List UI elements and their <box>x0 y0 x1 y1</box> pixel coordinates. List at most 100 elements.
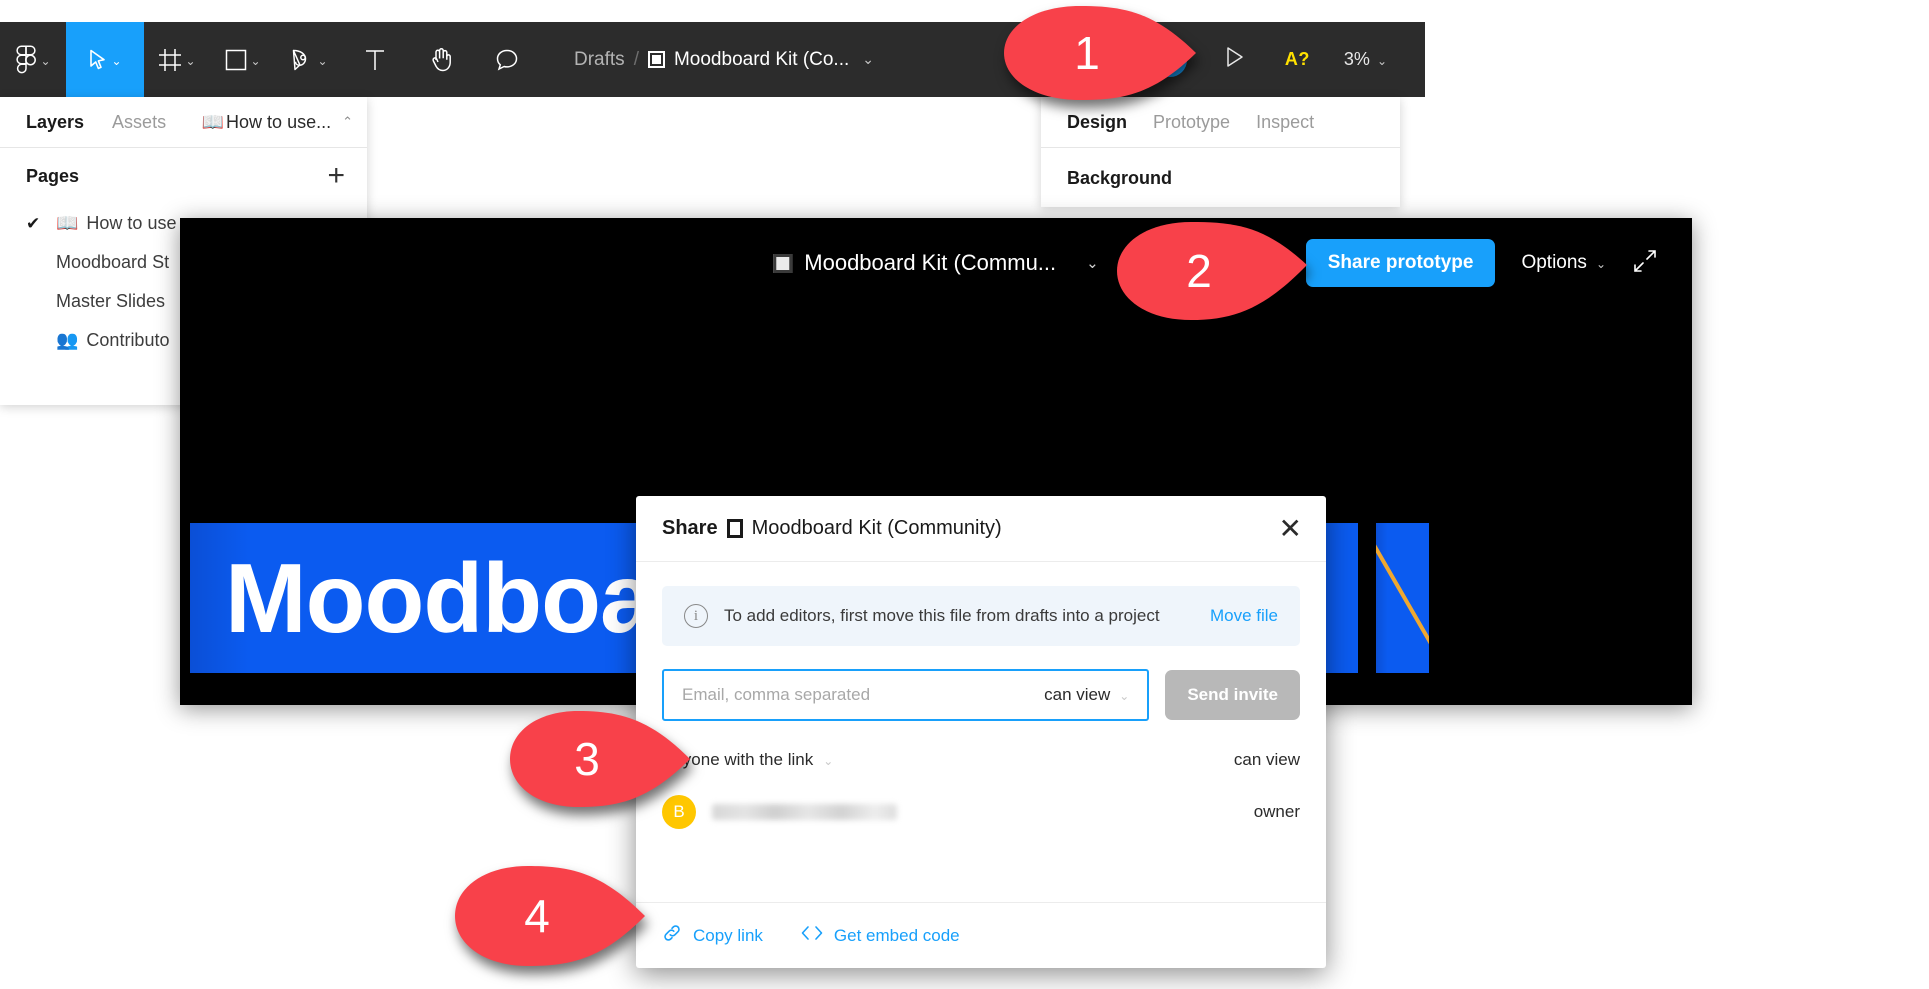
options-label: Options <box>1521 252 1587 273</box>
alert-badge[interactable]: A? <box>1265 22 1330 97</box>
callout-balloon-shape <box>510 711 690 807</box>
chevron-down-icon[interactable]: ⌄ <box>40 55 50 67</box>
close-icon[interactable]: ✕ <box>1279 514 1302 543</box>
prototype-header: Moodboard Kit (Commu... ⌄ Share prototyp… <box>180 218 1692 308</box>
breadcrumb: Drafts / Moodboard Kit (Co... ⌄ <box>574 49 874 71</box>
play-triangle-icon <box>1225 46 1245 73</box>
invite-permission-dropdown[interactable]: can view ⌄ <box>1044 685 1129 705</box>
email-input[interactable]: Email, comma separated can view ⌄ <box>662 669 1150 721</box>
toolbar-figma-menu[interactable]: ⌄ <box>0 22 66 97</box>
expand-arrows-icon <box>1634 249 1656 272</box>
toolbar-text-tool[interactable] <box>342 22 408 97</box>
copy-link-button[interactable]: Copy link <box>662 923 763 948</box>
page-item-label: Contributo <box>86 330 170 350</box>
chevron-down-icon[interactable]: ⌄ <box>317 55 327 67</box>
background-section-title: Background <box>1067 168 1173 188</box>
layers-panel-tabs: Layers Assets 📖 How to use... ⌃ <box>0 97 367 148</box>
hand-icon <box>429 47 453 73</box>
share-dialog-title-prefix: Share <box>662 517 718 539</box>
info-circle-icon: i <box>684 604 708 628</box>
tab-inspect[interactable]: Inspect <box>1256 112 1314 133</box>
copy-link-label: Copy link <box>693 925 763 945</box>
page-selector[interactable]: 📖 How to use... ⌃ <box>202 112 353 133</box>
share-dialog-footer: Copy link Get embed code <box>636 902 1326 968</box>
person-name-redacted <box>712 804 897 820</box>
open-book-icon: 📖 <box>201 111 225 132</box>
frame-icon <box>158 48 182 72</box>
share-dialog-header: Share Moodboard Kit (Community) ✕ <box>636 496 1326 562</box>
share-dialog-body: i To add editors, first move this file f… <box>636 562 1326 829</box>
callout-3: 3 <box>510 711 690 807</box>
prototype-title[interactable]: Moodboard Kit (Commu... ⌄ <box>773 250 1099 276</box>
chevron-down-icon[interactable]: ⌄ <box>862 51 874 68</box>
toolbar-hand-tool[interactable] <box>408 22 474 97</box>
person-role-label: owner <box>1253 802 1300 821</box>
pages-header: Pages + <box>0 148 367 204</box>
fullscreen-button[interactable] <box>1632 248 1658 279</box>
pages-header-label: Pages <box>26 165 80 186</box>
link-chain-icon <box>662 923 682 948</box>
send-invite-button[interactable]: Send invite <box>1165 670 1300 720</box>
screenshot-root: ⌄ ⌄ ⌄ ⌄ ⌄ Drafts / Moodboard Kit (Co... … <box>0 0 1929 989</box>
toolbar-pen-tool[interactable]: ⌄ <box>276 22 342 97</box>
tab-assets[interactable]: Assets <box>112 112 166 133</box>
email-input-placeholder: Email, comma separated <box>682 685 871 704</box>
page-item-label: How to use <box>86 213 177 233</box>
chevron-down-icon[interactable]: ⌄ <box>1086 254 1099 272</box>
share-prototype-button[interactable]: Share prototype <box>1305 239 1496 287</box>
text-t-icon <box>364 48 386 72</box>
moodboard-banner-text: Moodboa <box>225 542 654 653</box>
zoom-level-label: 3% <box>1343 49 1370 69</box>
embed-code-label: Get embed code <box>833 925 960 945</box>
invite-permission-label: can view <box>1044 685 1111 704</box>
callout-balloon-shape <box>455 866 645 966</box>
tab-layers[interactable]: Layers <box>26 112 84 133</box>
zoom-control[interactable]: 3% ⌄ <box>1330 49 1401 70</box>
check-icon: ✔ <box>26 213 41 233</box>
breadcrumb-drafts[interactable]: Drafts <box>574 49 625 71</box>
chevron-down-icon: ⌄ <box>823 754 834 768</box>
file-thumbnail-icon <box>773 253 793 273</box>
chevron-up-icon: ⌃ <box>342 114 353 129</box>
chevron-down-icon: ⌄ <box>1376 53 1387 68</box>
file-thumbnail-icon <box>647 51 665 68</box>
toolbar-comment-tool[interactable] <box>474 22 540 97</box>
toolbar-move-tool[interactable]: ⌄ <box>66 22 144 97</box>
get-embed-code-button[interactable]: Get embed code <box>801 924 960 947</box>
comment-bubble-icon <box>495 48 519 72</box>
canvas-accent-line <box>1376 544 1429 650</box>
breadcrumb-separator: / <box>633 48 639 70</box>
share-dialog: Share Moodboard Kit (Community) ✕ i To a… <box>636 496 1326 968</box>
callout-2: 2 <box>1117 222 1307 320</box>
pen-icon <box>290 48 314 72</box>
figma-logo-icon <box>15 45 37 75</box>
chevron-down-icon[interactable]: ⌄ <box>250 55 260 67</box>
chevron-down-icon[interactable]: ⌄ <box>111 55 121 67</box>
link-permission-label[interactable]: can view <box>1234 750 1300 770</box>
code-brackets-icon <box>801 924 823 947</box>
present-button[interactable] <box>1205 22 1265 97</box>
design-panel-tabs: Design Prototype Inspect <box>1041 97 1400 148</box>
figma-toolbar: ⌄ ⌄ ⌄ ⌄ ⌄ Drafts / Moodboard Kit (Co... … <box>0 22 1425 97</box>
share-dialog-file-name: Moodboard Kit (Community) <box>751 517 1002 539</box>
page-item-label: Master Slides <box>56 291 166 311</box>
add-page-button[interactable]: + <box>327 161 345 191</box>
toolbar-frame-tool[interactable]: ⌄ <box>144 22 210 97</box>
toolbar-shape-tool[interactable]: ⌄ <box>210 22 276 97</box>
link-access-row: Anyone with the link ⌄ can view <box>662 750 1300 770</box>
callout-4: 4 <box>455 866 645 966</box>
callout-number: 3 <box>574 733 600 785</box>
tab-design[interactable]: Design <box>1067 112 1127 133</box>
page-selector-label: How to use... <box>226 111 332 132</box>
open-book-icon: 📖 <box>56 213 79 233</box>
chevron-down-icon[interactable]: ⌄ <box>185 55 195 67</box>
tab-prototype[interactable]: Prototype <box>1153 112 1230 133</box>
callout-number: 4 <box>524 890 550 942</box>
move-file-link[interactable]: Move file <box>1210 606 1278 626</box>
design-panel: Design Prototype Inspect Background <box>1041 97 1400 207</box>
options-button[interactable]: Options ⌄ <box>1521 252 1606 274</box>
breadcrumb-file-name[interactable]: Moodboard Kit (Co... <box>674 49 849 71</box>
page-item-label: Moodboard St <box>56 252 170 272</box>
prototype-header-actions: Share prototype Options ⌄ <box>1305 239 1658 287</box>
share-dialog-title: Share Moodboard Kit (Community) <box>662 517 1002 540</box>
